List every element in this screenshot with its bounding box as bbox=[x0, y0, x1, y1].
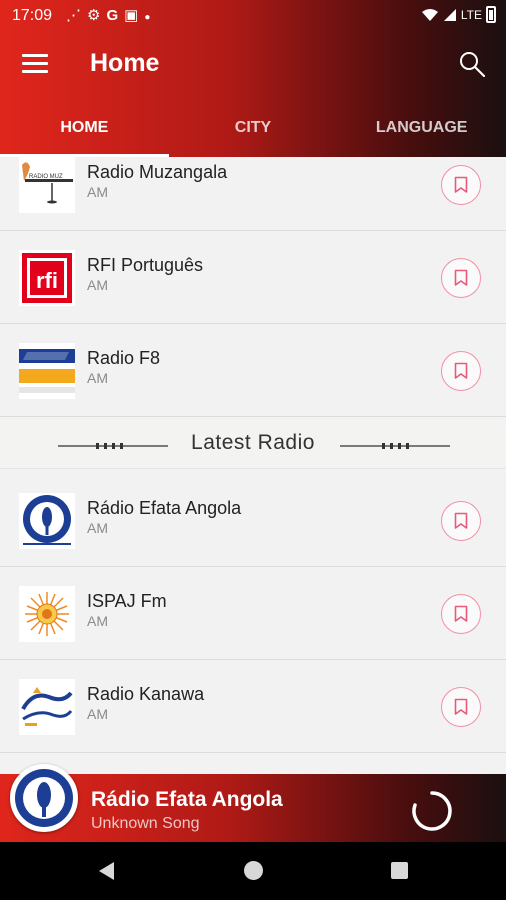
bookmark-button[interactable] bbox=[441, 594, 481, 634]
dot-icon: ● bbox=[144, 12, 157, 23]
station-name: Radio Muzangala bbox=[87, 162, 228, 182]
bookmark-button[interactable] bbox=[441, 351, 481, 391]
app-header: 17:09 ⋰⚙G▣● LTE Home HOME CITY LANGUAGE bbox=[0, 0, 506, 157]
bookmark-icon bbox=[454, 362, 468, 379]
list-item[interactable]: RADIO MUZ Radio Muzangala AM bbox=[0, 157, 506, 231]
bookmark-icon bbox=[454, 269, 468, 286]
notification-icons: ⋰⚙G▣● bbox=[66, 6, 156, 24]
settings-icon: ⚙ bbox=[87, 7, 107, 24]
search-icon[interactable] bbox=[458, 50, 486, 78]
station-band: AM bbox=[87, 277, 108, 293]
player-song-title: Unknown Song bbox=[91, 815, 200, 832]
page-title: Home bbox=[90, 49, 160, 77]
bookmark-button[interactable] bbox=[441, 165, 481, 205]
station-band: AM bbox=[87, 706, 108, 722]
radio-kanawa-logo bbox=[19, 679, 75, 735]
station-band: AM bbox=[87, 370, 108, 386]
recents-icon[interactable] bbox=[391, 862, 408, 879]
station-name: Rádio Efata Angola bbox=[87, 498, 242, 518]
battery-icon bbox=[486, 6, 496, 23]
list-item[interactable]: Rádio Efata Angola AM bbox=[0, 475, 506, 567]
station-band: AM bbox=[87, 184, 108, 200]
list-item[interactable]: ISPAJ Fm AM bbox=[0, 568, 506, 660]
latest-radio-header: Latest Radio bbox=[0, 419, 506, 469]
station-name: ISPAJ Fm bbox=[87, 591, 167, 611]
mini-player[interactable]: Rádio Efata Angola Unknown Song bbox=[0, 764, 506, 842]
rfi-logo: rfi bbox=[19, 250, 75, 306]
network-type: LTE bbox=[460, 7, 482, 22]
radio-efata-logo bbox=[19, 493, 75, 549]
bookmark-button[interactable] bbox=[441, 258, 481, 298]
bookmark-button[interactable] bbox=[441, 687, 481, 727]
radio-f8-logo bbox=[19, 343, 75, 399]
player-station-logo bbox=[10, 764, 78, 832]
bookmark-icon bbox=[454, 605, 468, 622]
loading-spinner-icon[interactable] bbox=[410, 789, 454, 833]
image-icon: ▣ bbox=[124, 7, 145, 24]
signal-icon bbox=[443, 8, 456, 21]
system-nav-bar bbox=[0, 842, 506, 900]
list-item[interactable]: Radio Kanawa AM bbox=[0, 661, 506, 753]
rfi-logo-text: rfi bbox=[36, 268, 58, 293]
menu-icon[interactable] bbox=[22, 54, 48, 74]
status-time: 17:09 bbox=[12, 7, 53, 24]
bookmark-icon bbox=[454, 176, 468, 193]
bookmark-icon bbox=[454, 698, 468, 715]
list-item[interactable]: Radio F8 AM bbox=[0, 325, 506, 417]
svg-text:RADIO MUZ: RADIO MUZ bbox=[29, 174, 63, 180]
station-name: RFI Português bbox=[87, 255, 204, 275]
list-item[interactable]: rfi RFI Português AM bbox=[0, 232, 506, 324]
station-band: AM bbox=[87, 613, 108, 629]
wifi-icon bbox=[421, 8, 438, 21]
system-indicators: LTE bbox=[421, 6, 496, 23]
tab-bar: HOME CITY LANGUAGE bbox=[0, 100, 506, 157]
home-icon[interactable] bbox=[244, 861, 263, 880]
google-icon: G bbox=[106, 7, 125, 24]
back-icon[interactable] bbox=[97, 861, 115, 881]
share-icon: ⋰ bbox=[66, 7, 87, 24]
player-station-name: Rádio Efata Angola bbox=[91, 788, 283, 811]
ornament-right-icon bbox=[340, 443, 450, 449]
tab-language[interactable]: LANGUAGE bbox=[337, 100, 506, 157]
station-list: RADIO MUZ Radio Muzangala AM rfi RFI Por… bbox=[0, 157, 506, 774]
station-band: AM bbox=[87, 520, 108, 536]
tab-home[interactable]: HOME bbox=[0, 100, 169, 157]
radio-muzangala-logo: RADIO MUZ bbox=[19, 157, 75, 213]
status-bar: 17:09 ⋰⚙G▣● LTE bbox=[0, 0, 506, 32]
tab-city[interactable]: CITY bbox=[169, 100, 338, 157]
bookmark-button[interactable] bbox=[441, 501, 481, 541]
bookmark-icon bbox=[454, 512, 468, 529]
station-name: Radio F8 bbox=[87, 348, 161, 368]
station-name: Radio Kanawa bbox=[87, 684, 205, 704]
ispaj-sun-logo bbox=[19, 586, 75, 642]
toolbar: Home bbox=[0, 32, 506, 98]
